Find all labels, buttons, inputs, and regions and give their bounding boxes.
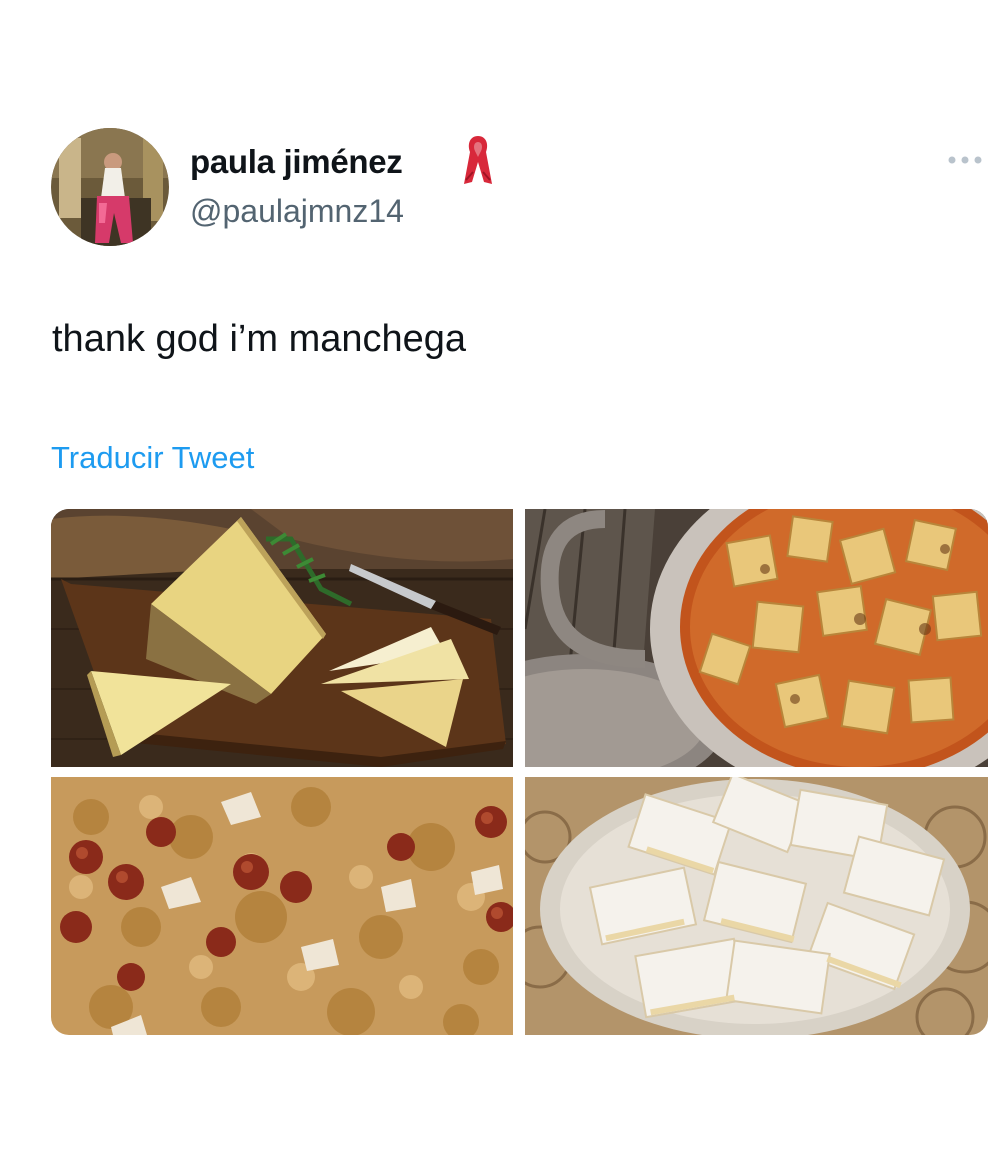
display-name[interactable]: paula jiménez <box>190 143 403 181</box>
red-ribbon-icon <box>464 136 492 184</box>
photo-migas[interactable] <box>51 777 513 1035</box>
photo-gachas-stew[interactable] <box>525 509 988 767</box>
translate-tweet-link[interactable]: Traducir Tweet <box>51 440 254 476</box>
media-grid <box>51 509 988 1035</box>
user-handle[interactable]: @paulajmnz14 <box>190 193 404 230</box>
avatar[interactable] <box>51 128 169 246</box>
avatar-image <box>51 128 169 246</box>
tweet-text: thank god i’m manchega <box>52 318 467 360</box>
photo-manchego-cheese[interactable] <box>51 509 513 767</box>
more-options-icon[interactable] <box>946 148 986 172</box>
photo-miguelitos[interactable] <box>525 777 988 1035</box>
